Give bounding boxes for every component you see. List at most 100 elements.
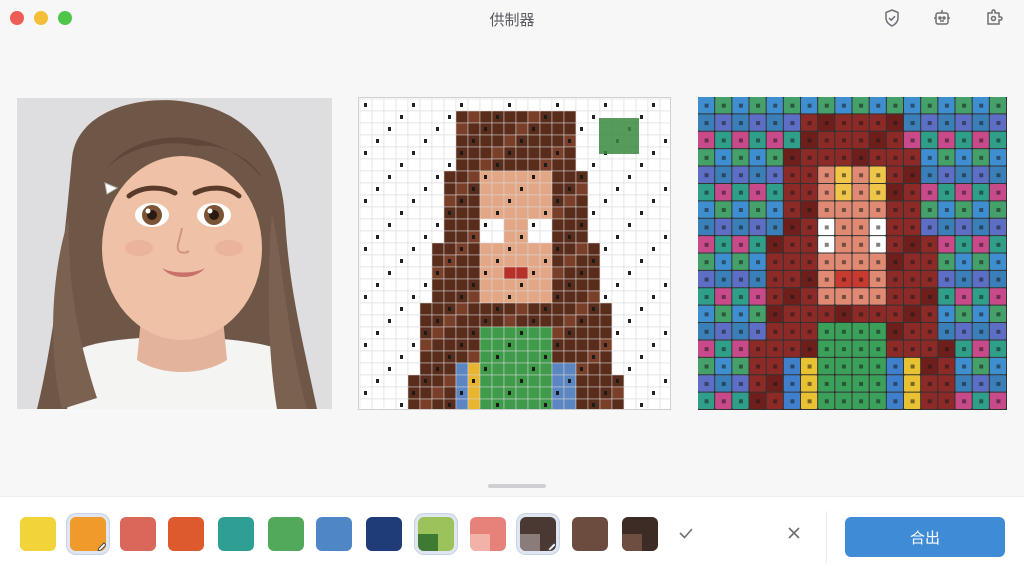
mosaic-symbol [944, 208, 949, 213]
pattern-cell [503, 182, 517, 196]
mosaic-symbol [721, 260, 726, 265]
cell-symbol [592, 259, 595, 263]
pattern-cell [359, 170, 373, 184]
pattern-cell [431, 278, 445, 292]
cell-symbol [652, 247, 655, 251]
pattern-cell [563, 398, 577, 409]
pattern-cell [503, 350, 517, 364]
swatch-salmon-mix[interactable] [470, 517, 506, 551]
pattern-cell [479, 230, 493, 244]
pattern-cell [383, 242, 397, 256]
pattern-cell [587, 122, 601, 136]
swatch-red-orange[interactable] [168, 517, 204, 551]
cell-symbol [508, 343, 511, 347]
pattern-cell [359, 206, 373, 220]
swatch-blue[interactable] [316, 517, 352, 551]
pattern-cell [371, 362, 385, 376]
pattern-cell [371, 206, 385, 220]
mosaic-symbol [910, 190, 915, 195]
mosaic-symbol [893, 381, 898, 386]
pattern-cell [611, 314, 625, 328]
pattern-cell [659, 158, 670, 172]
swatch-navy[interactable] [366, 517, 402, 551]
swatch-salmon[interactable] [120, 517, 156, 551]
mosaic-symbol [704, 103, 709, 108]
swatch-dark-mix[interactable] [622, 517, 658, 551]
pattern-cell [383, 206, 397, 220]
pattern-cell [443, 290, 457, 304]
cell-symbol [568, 187, 571, 191]
mosaic-symbol [893, 138, 898, 143]
swatch-dark-brown-mix[interactable] [520, 517, 556, 551]
puzzle-gear-icon[interactable] [984, 8, 1004, 28]
cell-symbol [544, 163, 547, 167]
swatch-accent [520, 534, 540, 551]
robot-icon[interactable] [932, 8, 952, 28]
swatch-teal[interactable] [218, 517, 254, 551]
pattern-cell [395, 134, 409, 148]
pattern-cell [359, 158, 373, 172]
bead-pattern-chart[interactable] [358, 97, 671, 410]
color-mosaic-preview[interactable] [698, 97, 1007, 410]
pattern-cell [575, 254, 589, 268]
pattern-cell [611, 266, 625, 280]
mosaic-symbol [756, 347, 761, 352]
pattern-cell [443, 170, 457, 184]
check-icon[interactable] [676, 523, 696, 543]
title-bar: 供制器 [0, 0, 1024, 40]
swatch-brown[interactable] [572, 517, 608, 551]
swatch-accent [470, 534, 490, 551]
swatch-yellow[interactable] [20, 517, 56, 551]
mosaic-symbol [944, 138, 949, 143]
pattern-cell [659, 386, 670, 400]
pattern-cell [623, 158, 637, 172]
pattern-cell [599, 266, 613, 280]
mosaic-symbol [721, 364, 726, 369]
swatch-olive-mix[interactable] [418, 517, 454, 551]
cell-symbol [364, 247, 367, 251]
pattern-cell [419, 170, 433, 184]
pattern-cell [467, 350, 481, 364]
pattern-cell [359, 350, 373, 364]
cell-symbol [412, 247, 415, 251]
close-icon[interactable] [784, 523, 804, 543]
pattern-cell [563, 218, 577, 232]
shield-check-icon[interactable] [882, 8, 902, 28]
pattern-cell [599, 230, 613, 244]
pattern-cell [611, 194, 625, 208]
pattern-cell [575, 338, 589, 352]
pattern-cell [635, 338, 649, 352]
pattern-cell [539, 386, 553, 400]
mosaic-symbol [824, 138, 829, 143]
mosaic-symbol [704, 242, 709, 247]
pattern-cell [491, 230, 505, 244]
pattern-cell [383, 278, 397, 292]
pattern-cell [551, 218, 565, 232]
swatch-green[interactable] [268, 517, 304, 551]
mosaic-symbol [773, 329, 778, 334]
mosaic-symbol [944, 381, 949, 386]
mosaic-symbol [927, 364, 932, 369]
pattern-cell [623, 350, 637, 364]
panel-resize-handle[interactable] [488, 484, 546, 488]
cell-symbol [556, 103, 559, 107]
export-button[interactable]: 合出 [845, 517, 1005, 557]
pattern-cell [431, 110, 445, 124]
mosaic-symbol [773, 138, 778, 143]
cell-symbol [412, 199, 415, 203]
pattern-cell [419, 302, 433, 316]
pattern-cell [407, 398, 421, 409]
cell-symbol [616, 283, 619, 287]
pattern-cell [563, 194, 577, 208]
pattern-cell [371, 386, 385, 400]
mosaic-symbol [979, 381, 984, 386]
mosaic-symbol [756, 208, 761, 213]
pattern-cell [419, 194, 433, 208]
pattern-cell [599, 374, 613, 388]
cell-symbol [400, 211, 403, 215]
swatch-orange[interactable] [70, 517, 106, 551]
cell-symbol [628, 175, 631, 179]
mosaic-symbol [721, 399, 726, 404]
mosaic-symbol [807, 381, 812, 386]
cell-symbol [544, 115, 547, 119]
